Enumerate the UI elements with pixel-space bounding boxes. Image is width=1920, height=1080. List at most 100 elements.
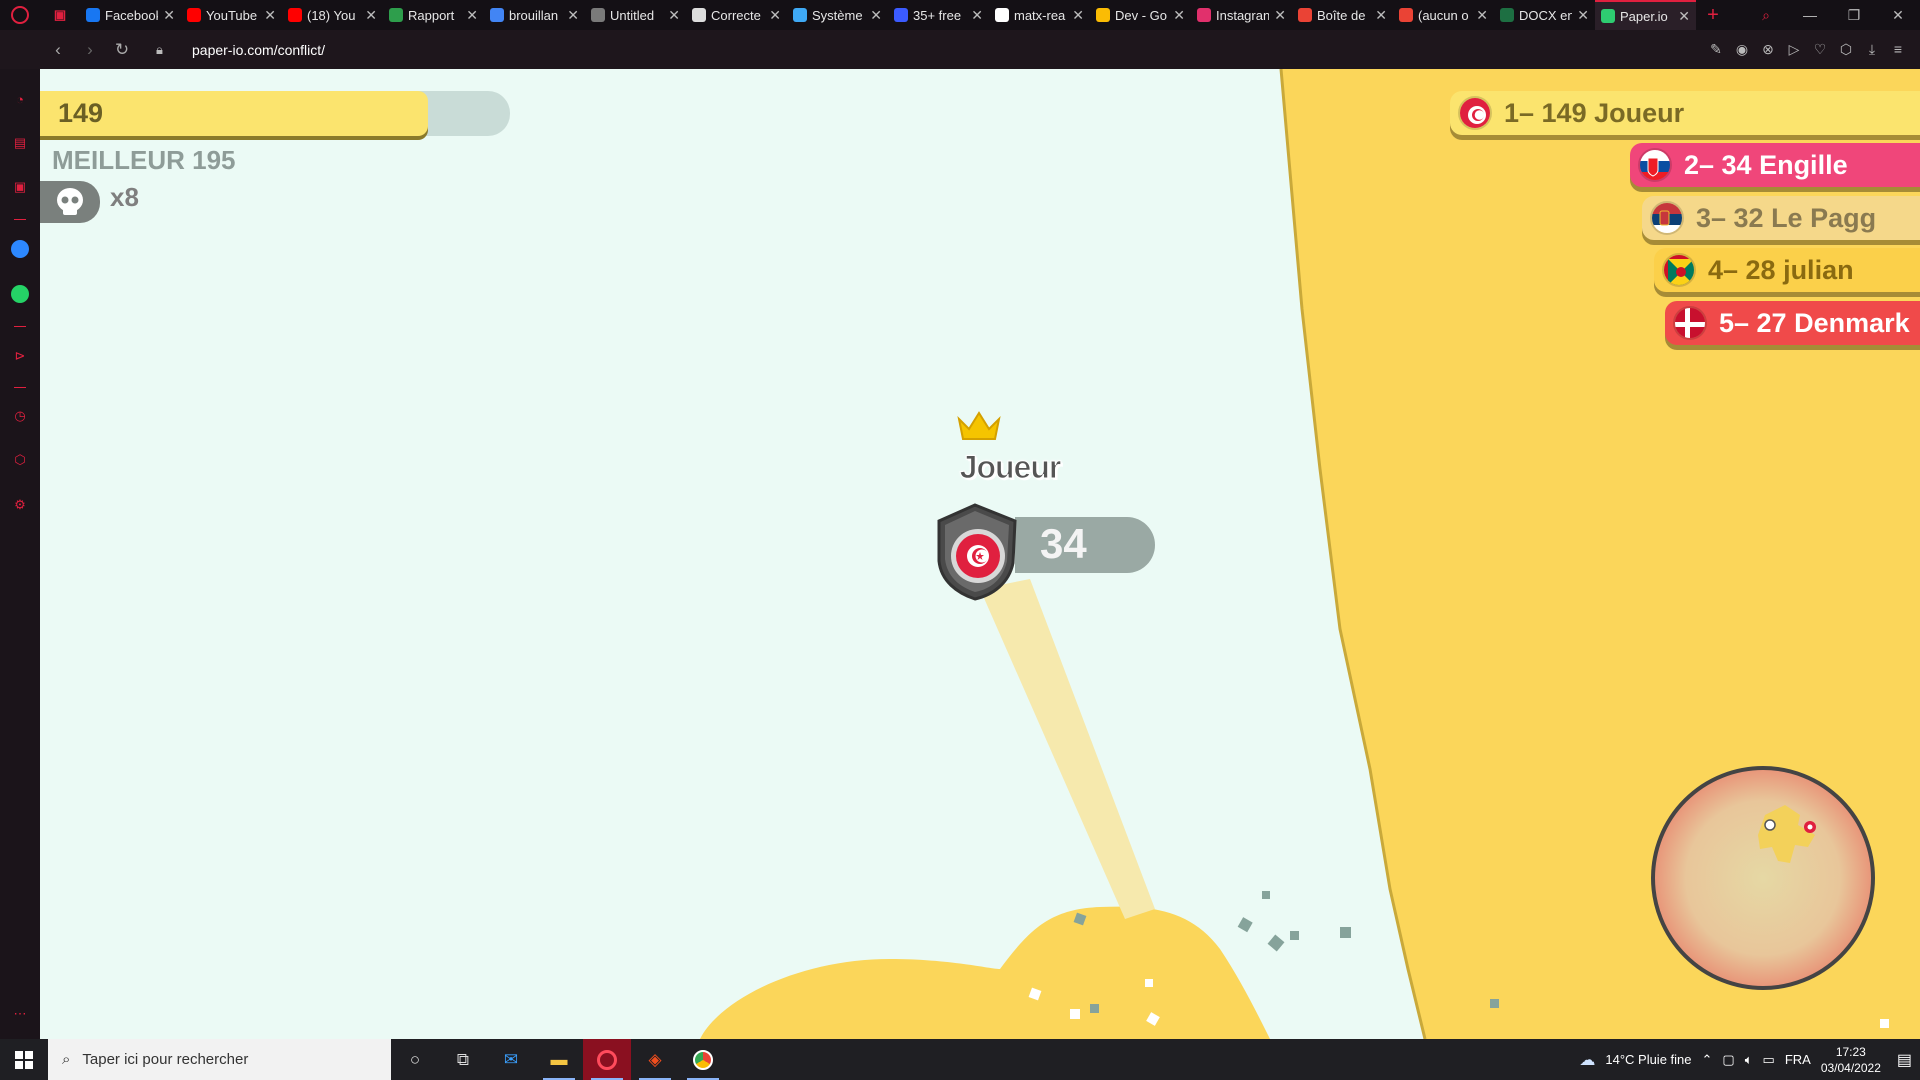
webcam-icon[interactable]: ▢ [1722, 1052, 1734, 1068]
chrome-icon[interactable] [679, 1039, 727, 1080]
url-field[interactable]: paper-io.com/conflict/ [192, 42, 325, 58]
browser-tab[interactable]: 35+ free ✕ [888, 0, 989, 30]
close-tab-icon[interactable]: ✕ [870, 7, 882, 24]
close-tab-icon[interactable]: ✕ [1173, 7, 1185, 24]
browser-tab[interactable]: (aucun o ✕ [1393, 0, 1494, 30]
lock-icon[interactable]: 🔒︎ [156, 42, 178, 58]
network-icon[interactable]: ▭ [1763, 1052, 1775, 1068]
tab-label: YouTube [206, 7, 258, 23]
opera-logo-icon[interactable] [0, 0, 40, 30]
player-score: 34 [1040, 520, 1087, 567]
browser-tab[interactable]: Rapport ✕ [383, 0, 484, 30]
link-icon [692, 8, 706, 22]
heart-icon[interactable]: ♡ [1812, 41, 1828, 58]
messenger-icon[interactable] [10, 239, 30, 259]
back-icon[interactable]: ‹ [42, 40, 74, 60]
camera-icon[interactable]: ◉ [1734, 41, 1750, 58]
close-tab-icon[interactable]: ✕ [1678, 8, 1690, 25]
docs-icon [490, 8, 504, 22]
figma-icon[interactable]: ◈ [631, 1039, 679, 1080]
close-tab-icon[interactable]: ✕ [1274, 7, 1286, 24]
twitch-icon[interactable]: ▣ [10, 177, 30, 197]
sidebar-divider [14, 326, 26, 327]
cube-icon[interactable]: ⬡ [10, 450, 30, 470]
speed-dial-icon[interactable]: ◔ [10, 89, 30, 109]
chevron-up-icon[interactable]: ⌃ [1702, 1052, 1713, 1068]
browser-tab[interactable]: matx-rea ✕ [989, 0, 1090, 30]
browser-tab[interactable]: Instagran ✕ [1191, 0, 1292, 30]
close-tab-icon[interactable]: ✕ [567, 7, 579, 24]
search-placeholder: Taper ici pour rechercher [82, 1051, 249, 1068]
task-view-icon[interactable]: ⧉ [439, 1039, 487, 1080]
close-tab-icon[interactable]: ✕ [365, 7, 377, 24]
browser-tab[interactable]: YouTube ✕ [181, 0, 282, 30]
close-tab-icon[interactable]: ✕ [1072, 7, 1084, 24]
flag-grenada-icon [1662, 253, 1696, 287]
browser-tab[interactable]: brouillan ✕ [484, 0, 585, 30]
new-tab-button[interactable]: + [1696, 4, 1730, 27]
close-tab-icon[interactable]: ✕ [1476, 7, 1488, 24]
download-icon[interactable]: ⤓ [1864, 41, 1880, 58]
reload-icon[interactable]: ↻ [106, 40, 138, 60]
flow-icon[interactable]: ▷ [1786, 41, 1802, 58]
close-tab-icon[interactable]: ✕ [769, 7, 781, 24]
bag-icon[interactable]: ▤ [10, 133, 30, 153]
history-icon[interactable]: ◷ [10, 406, 30, 426]
browser-tab[interactable]: Untitled ✕ [585, 0, 686, 30]
file-explorer-icon[interactable]: ▬ [535, 1039, 583, 1080]
close-tab-icon[interactable]: ✕ [1577, 7, 1589, 24]
weather-text[interactable]: 14°C Pluie fine [1605, 1052, 1691, 1067]
crown-icon [957, 411, 1001, 446]
close-tab-icon[interactable]: ✕ [1375, 7, 1387, 24]
close-tab-icon[interactable]: ✕ [264, 7, 276, 24]
menu-icon[interactable]: ≡ [1890, 41, 1906, 58]
leaf-icon [389, 8, 403, 22]
volume-icon[interactable]: 🔈︎ [1745, 1052, 1753, 1068]
minimize-icon[interactable]: — [1788, 7, 1832, 24]
browser-tab[interactable]: Boîte de ✕ [1292, 0, 1393, 30]
browser-tab[interactable]: Paper.io ✕ [1595, 0, 1696, 30]
browser-tab[interactable]: DOCX en ✕ [1494, 0, 1595, 30]
language-indicator[interactable]: FRA [1785, 1052, 1811, 1067]
excel-icon [1500, 8, 1514, 22]
flag-slovakia-icon [1638, 148, 1672, 182]
opera-taskbar-icon[interactable] [583, 1039, 631, 1080]
taskbar-search[interactable]: ⌕ Taper ici pour rechercher [48, 1039, 391, 1080]
weather-icon[interactable]: ☁ [1579, 1050, 1595, 1070]
close-tab-icon[interactable]: ✕ [971, 7, 983, 24]
adblock-icon[interactable]: ⊗ [1760, 41, 1776, 58]
close-tab-icon[interactable]: ✕ [668, 7, 680, 24]
extensions-icon[interactable]: ⬡ [1838, 41, 1854, 58]
system-tray: ☁ 14°C Pluie fine ⌃ ▢ 🔈︎ ▭ FRA 17:23 03/… [1579, 1044, 1920, 1076]
browser-tab[interactable]: Système ✕ [787, 0, 888, 30]
restore-icon[interactable]: ❐ [1832, 7, 1876, 24]
player-icon[interactable]: ⊳ [10, 346, 30, 366]
leaderboard-row: 1– 149 Joueur [1450, 91, 1920, 135]
close-tab-icon[interactable]: ✕ [466, 7, 478, 24]
forward-icon[interactable]: › [74, 40, 106, 60]
close-window-icon[interactable]: ✕ [1876, 7, 1920, 24]
browser-tab[interactable]: Dev - Go ✕ [1090, 0, 1191, 30]
best-score: MEILLEUR 195 [52, 145, 236, 175]
edit-icon[interactable]: ✎ [1708, 41, 1724, 58]
mail-icon[interactable]: ✉ [487, 1039, 535, 1080]
search-tabs-icon[interactable]: ⌕ [1744, 7, 1788, 24]
leaderboard-row: 4– 28 julian [1654, 248, 1920, 292]
more-icon[interactable]: ⋯ [10, 1004, 30, 1024]
browser-tab[interactable]: Facebook ✕ [80, 0, 181, 30]
browser-tab[interactable]: Correcte ✕ [686, 0, 787, 30]
cortana-icon[interactable]: ○ [391, 1039, 439, 1080]
tab-label: Paper.io [1620, 8, 1668, 24]
settings-icon[interactable]: ⚙ [10, 495, 30, 515]
browser-tab[interactable]: (18) You ✕ [282, 0, 383, 30]
close-tab-icon[interactable]: ✕ [163, 7, 175, 24]
whatsapp-icon[interactable] [10, 284, 30, 304]
game-canvas[interactable]: 149 MEILLEUR 195 x8 1– 149 Joueur 2– 34 E… [40, 69, 1920, 1039]
clock[interactable]: 17:23 03/04/2022 [1821, 1044, 1881, 1076]
sidebar-divider [14, 387, 26, 388]
tab-gaming-icon[interactable]: ▣ [40, 0, 80, 30]
tab-label: matx-rea [1014, 7, 1066, 23]
leaderboard-entry-text: 2– 34 Engille [1684, 149, 1848, 180]
windows-start-icon[interactable] [0, 1039, 48, 1080]
notifications-icon[interactable]: ▤ [1897, 1050, 1912, 1070]
